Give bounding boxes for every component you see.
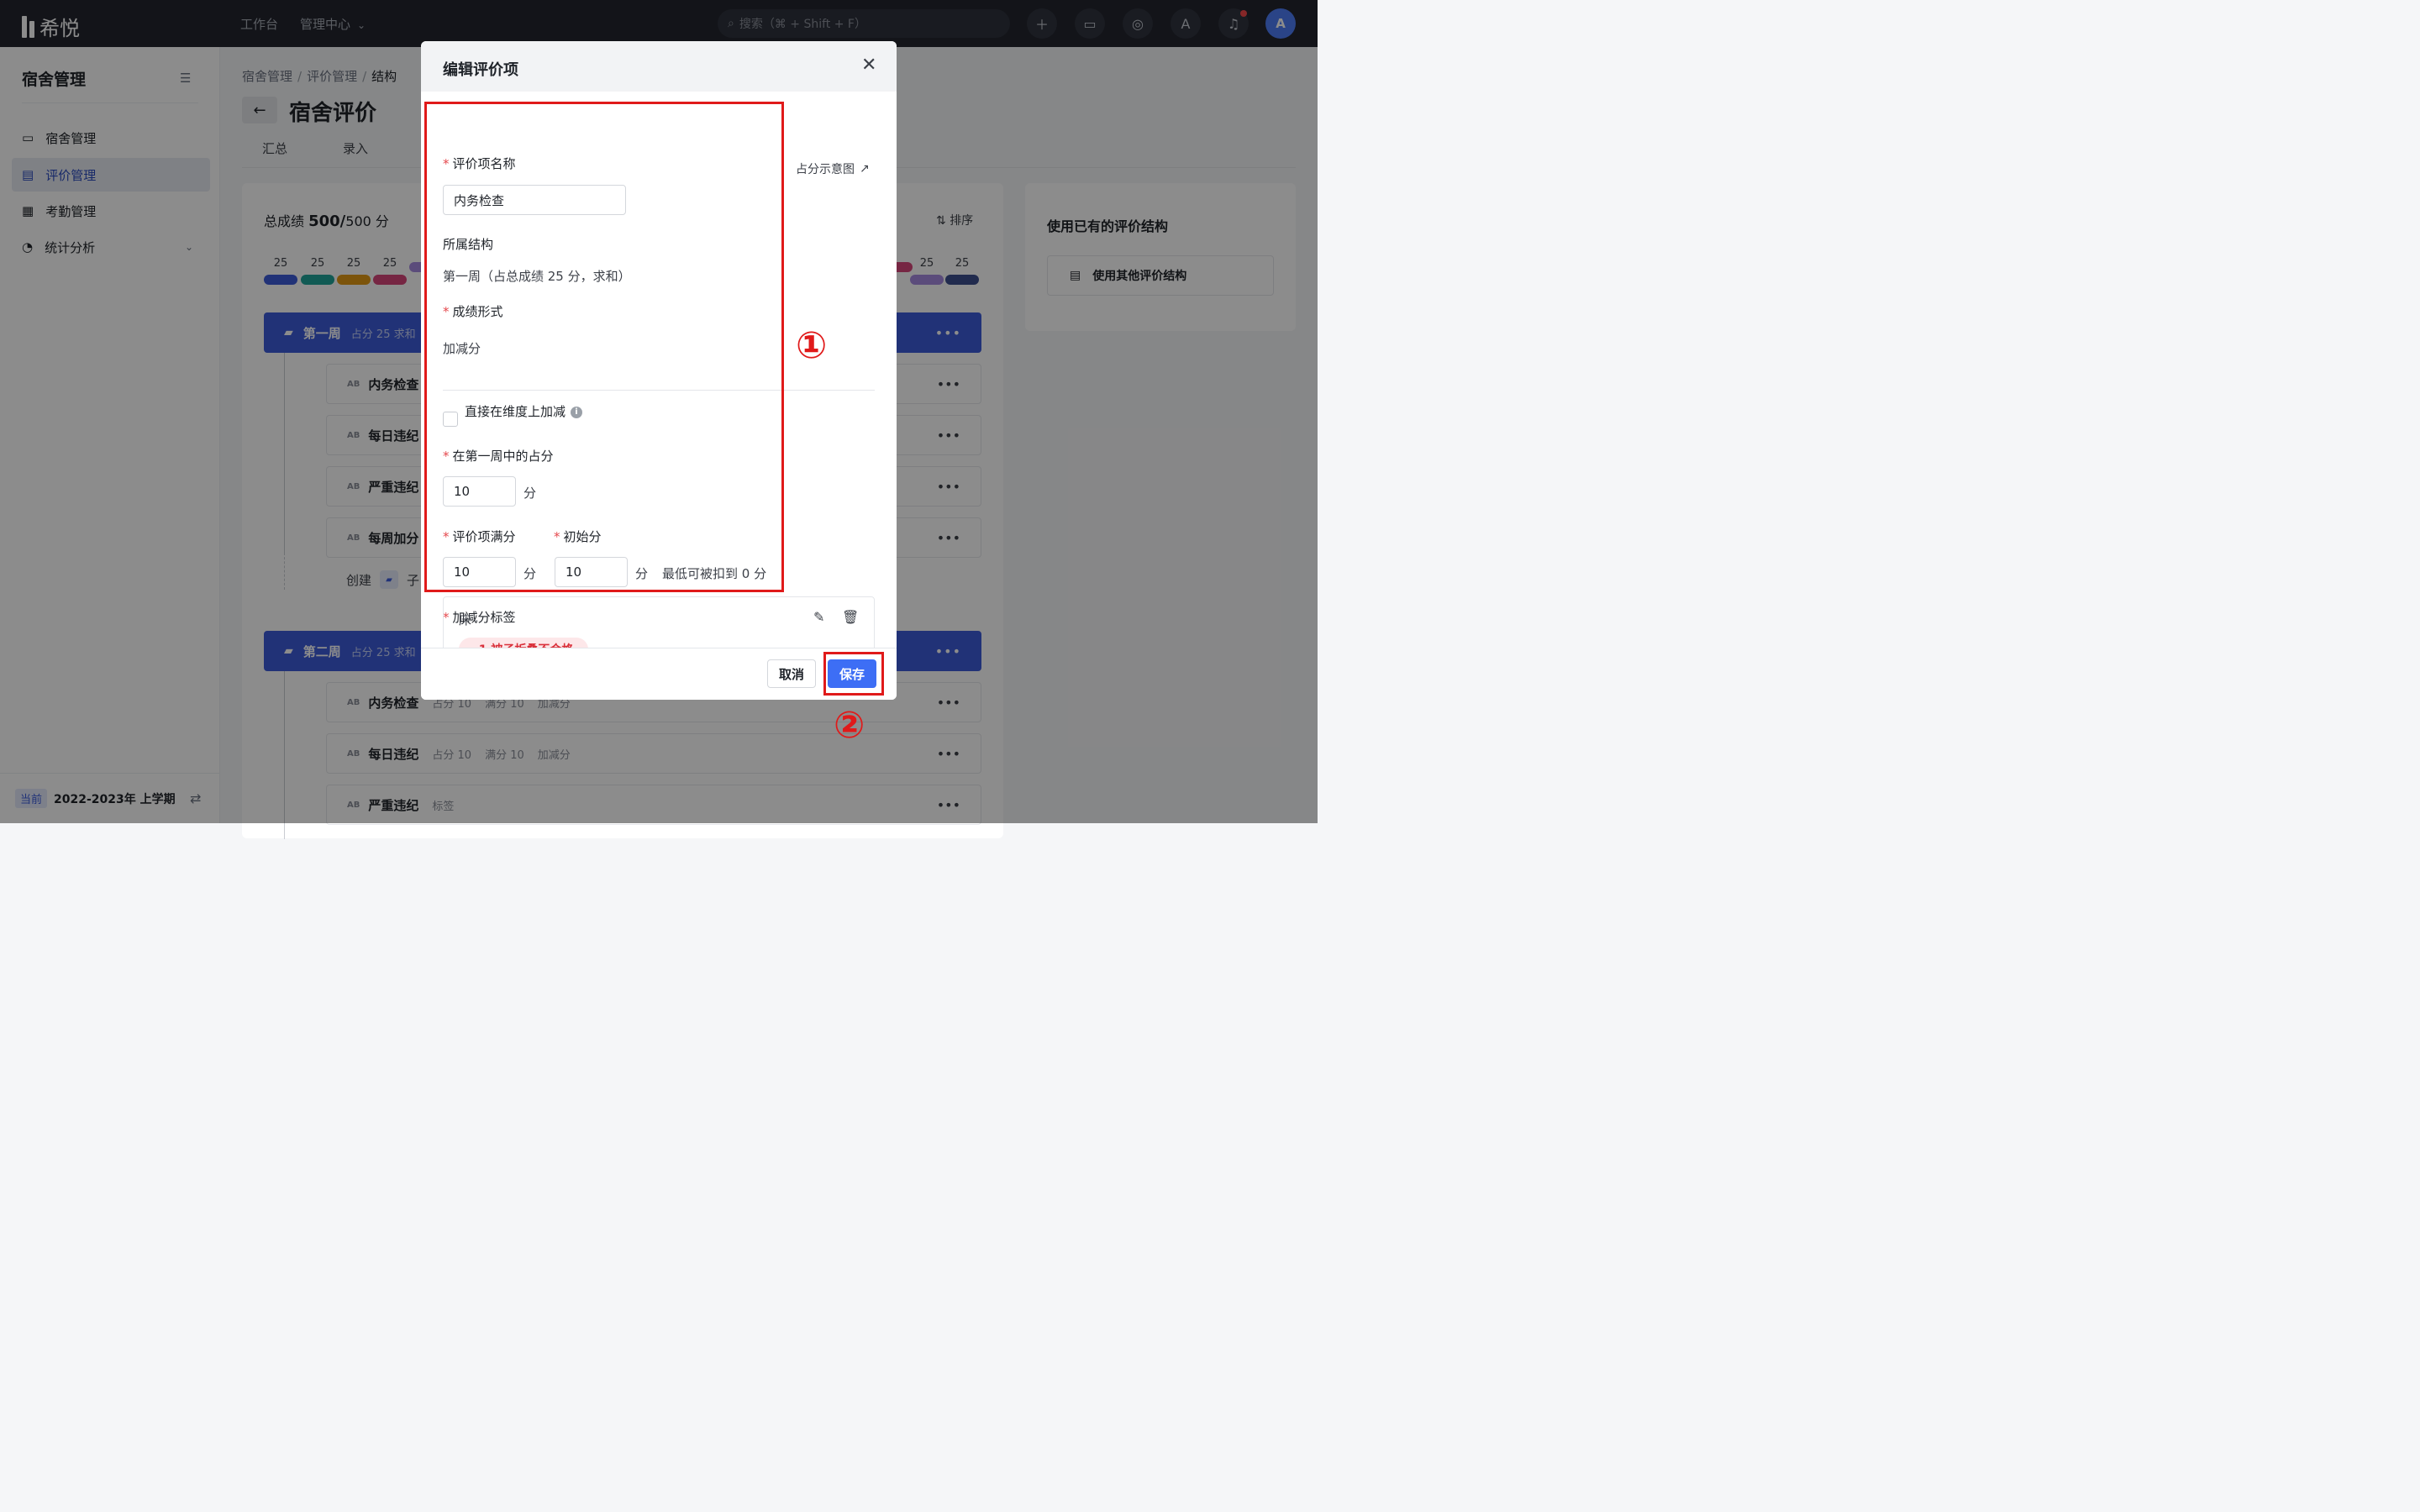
dialog-header: 编辑评价项 ✕: [421, 41, 897, 92]
tag-group: 床 ✎ 🗑 -1 被子折叠不合格: [443, 596, 875, 648]
pencil-icon[interactable]: ✎: [813, 609, 824, 625]
annotation-box-1: [424, 102, 784, 592]
score-diagram-label: 占分示意图: [796, 163, 855, 176]
trash-icon[interactable]: 🗑: [842, 609, 859, 625]
tag-chip[interactable]: -1 被子折叠不合格: [459, 638, 589, 648]
score-diagram-link[interactable]: 占分示意图 ↗: [796, 160, 870, 177]
tag-group-name: 床: [459, 612, 472, 627]
annotation-number-1: ①: [796, 324, 828, 367]
cancel-button[interactable]: 取消: [767, 659, 816, 688]
annotation-box-2: [823, 652, 884, 696]
external-link-icon: ↗: [860, 162, 870, 176]
close-icon[interactable]: ✕: [861, 55, 876, 76]
annotation-number-2: ②: [834, 704, 865, 747]
dialog-title: 编辑评价项: [443, 61, 518, 79]
